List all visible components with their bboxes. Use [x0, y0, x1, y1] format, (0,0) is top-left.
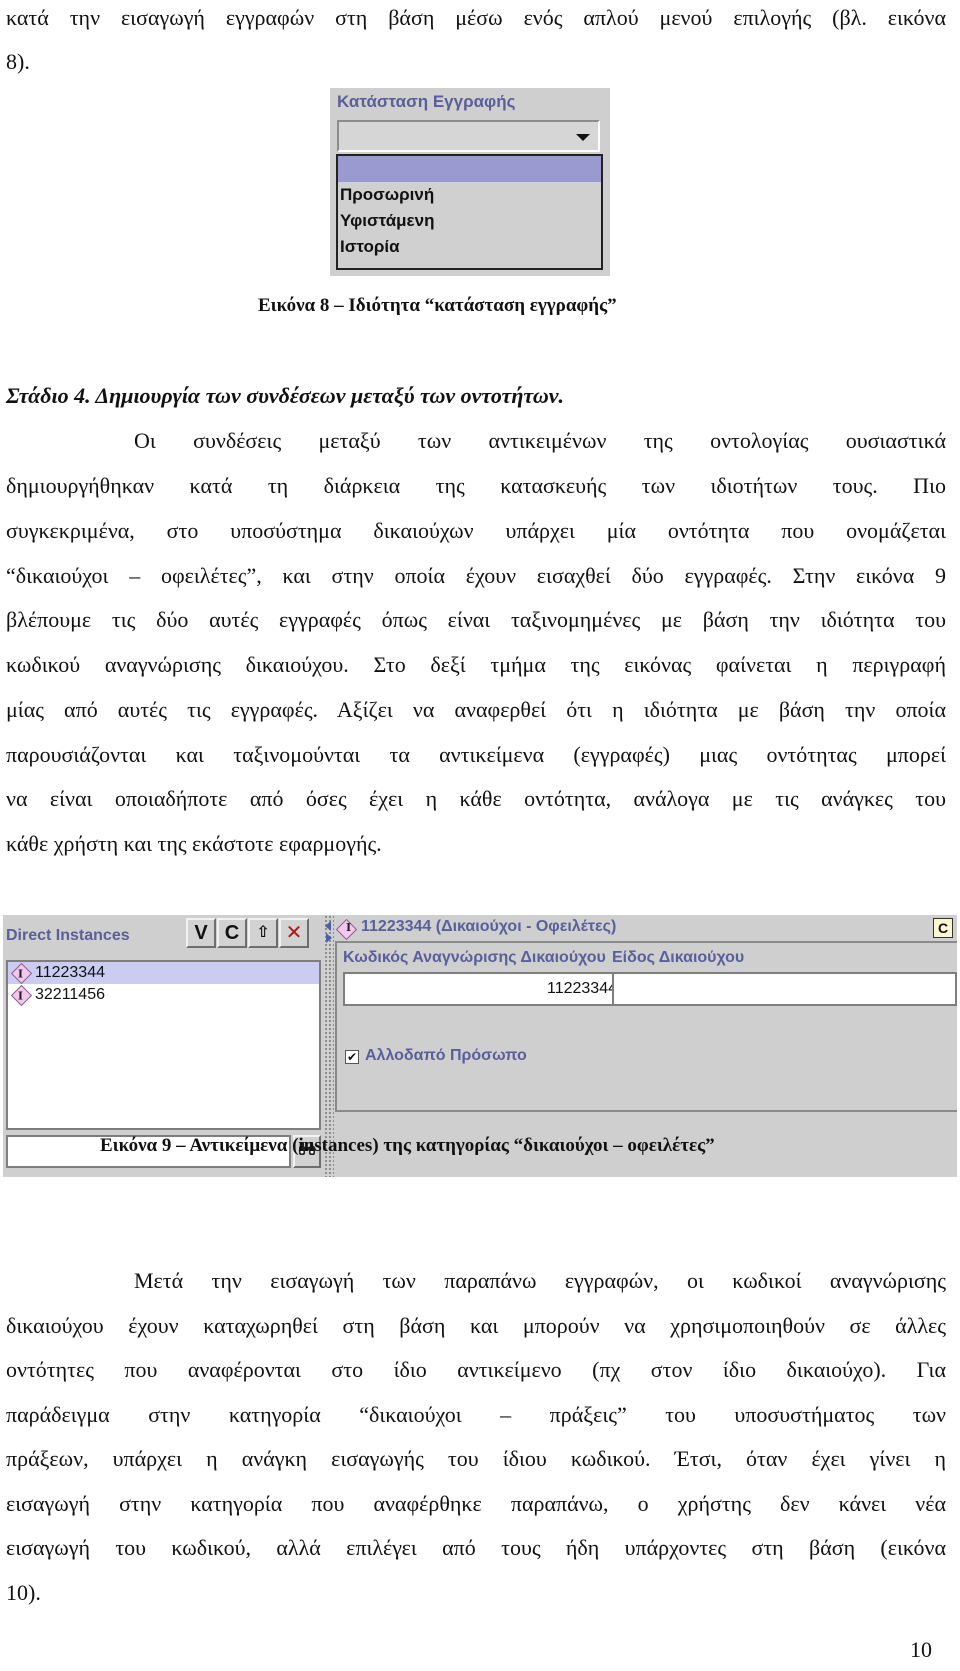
paragraph-2-line: εισαγωγή στην κατηγορία που αναφέρθηκε π… [6, 1491, 946, 1516]
figure-8-caption: Εικόνα 8 – Ιδιότητα “κατάσταση εγγραφής” [258, 295, 617, 316]
paragraph-1-line: δημιουργήθηκαν κατά τη διάρκεια της κατα… [6, 473, 946, 498]
pane-bottom-border [335, 1110, 957, 1112]
instance-item[interactable]: I 11223344 [8, 962, 319, 984]
class-button[interactable]: C [933, 918, 953, 938]
record-status-label: Κατάσταση Εγγραφής [337, 92, 516, 111]
foreign-person-label: Αλλοδαπό Πρόσωπο [365, 1047, 527, 1064]
instance-detail-title: 11223344 (Δικαιούχοι - Οφειλέτες) [361, 918, 617, 935]
paragraph-1-line: κάθε χρήστη και της εκάστοτε εφαρμογής. [6, 831, 382, 856]
paragraph-1-line: βλέπουμε τις δύο αυτές εγγραφές όπως είν… [6, 607, 946, 632]
paragraph-1-line: να είναι οποιαδήποτε από όσες έχει η κάθ… [6, 786, 946, 811]
view-instance-button[interactable]: V [186, 918, 216, 948]
record-status-combobox[interactable] [337, 120, 600, 152]
paragraph-intro-line: κατά την εισαγωγή εγγραφών στη βάση μέσω… [6, 5, 946, 30]
chevron-down-icon[interactable] [576, 134, 590, 141]
create-instance-button[interactable]: C [217, 918, 247, 948]
instances-list: I 11223344 I 32211456 [6, 960, 321, 1130]
figure-8-record-status-widget: Κατάσταση Εγγραφής Προσωρινή Υφιστάμενη … [330, 88, 610, 276]
option-temporary[interactable]: Προσωρινή [338, 182, 601, 208]
beneficiary-type-label: Είδος Δικαιούχου [612, 949, 745, 966]
delete-instance-button[interactable]: ✕ [279, 918, 309, 948]
direct-instances-title: Direct Instances [6, 927, 130, 944]
beneficiary-code-field[interactable]: 11223344 [343, 972, 623, 1006]
instance-id: 32211456 [35, 986, 105, 1003]
page-number: 10 [910, 1637, 932, 1662]
paragraph-2-line: εισαγωγή του κωδικού, αλλά επιλέγει από … [6, 1535, 946, 1560]
instance-item[interactable]: I 32211456 [8, 984, 319, 1006]
paragraph-1-line: “δικαιούχοι – οφειλέτες”, και στην οποία… [6, 563, 946, 588]
instance-id: 11223344 [35, 964, 105, 981]
paragraph-intro-line: 8). [6, 49, 30, 74]
option-history[interactable]: Ιστορία [338, 234, 601, 260]
move-up-button[interactable]: ⇧ [248, 918, 278, 948]
paragraph-1-line: συγκεκριμένα, στο υποσύστημα δικαιούχων … [6, 518, 946, 543]
paragraph-1-line: κωδικού αναγνώρισης δικαιούχου. Στο δεξί… [6, 652, 946, 677]
paragraph-2-line: οντότητες που αναφέρονται στο ίδιο αντικ… [6, 1357, 946, 1382]
paragraph-2-line: δικαιούχου έχουν καταχωρηθεί στη βάση κα… [6, 1313, 946, 1338]
figure-9-caption: Εικόνα 9 – Αντικείμενα (instances) της κ… [100, 1135, 715, 1156]
collapse-left-icon[interactable] [325, 921, 331, 931]
collapse-right-icon[interactable] [326, 933, 332, 943]
foreign-person-checkbox[interactable]: ✔ [345, 1050, 359, 1064]
paragraph-1-line: μίας από αυτές τις εγγραφές. Αξίζει να α… [6, 697, 946, 722]
beneficiary-code-label: Κωδικός Αναγνώρισης Δικαιούχου [343, 949, 606, 966]
record-status-options-list: Προσωρινή Υφιστάμενη Ιστορία [336, 154, 603, 270]
paragraph-2-line: παράδειγμα στην κατηγορία “δικαιούχοι – … [6, 1402, 946, 1427]
instance-icon: I [10, 962, 33, 984]
paragraph-2-line: 10). [6, 1580, 41, 1605]
paragraph-2-line: πράξεων, υπάρχει η ανάγκη εισαγωγής του … [6, 1446, 946, 1471]
instance-icon: I [335, 918, 358, 941]
paragraph-1-line: παρουσιάζονται και ταξινομούνται τα αντι… [6, 742, 946, 767]
section-heading: Στάδιο 4. Δημιουργία των συνδέσεων μεταξ… [6, 383, 565, 408]
instance-detail-header: I 11223344 (Δικαιούχοι - Οφειλέτες) C [335, 915, 957, 943]
pane-border [335, 941, 337, 1111]
beneficiary-type-field[interactable] [612, 972, 957, 1006]
instance-icon: I [10, 984, 33, 1006]
paragraph-2-line: Μετά την εισαγωγή των παραπάνω εγγραφών,… [134, 1268, 946, 1293]
option-empty[interactable] [338, 156, 601, 182]
option-existing[interactable]: Υφιστάμενη [338, 208, 601, 234]
paragraph-1-line: Οι συνδέσεις μεταξύ των αντικειμένων της… [134, 428, 946, 453]
